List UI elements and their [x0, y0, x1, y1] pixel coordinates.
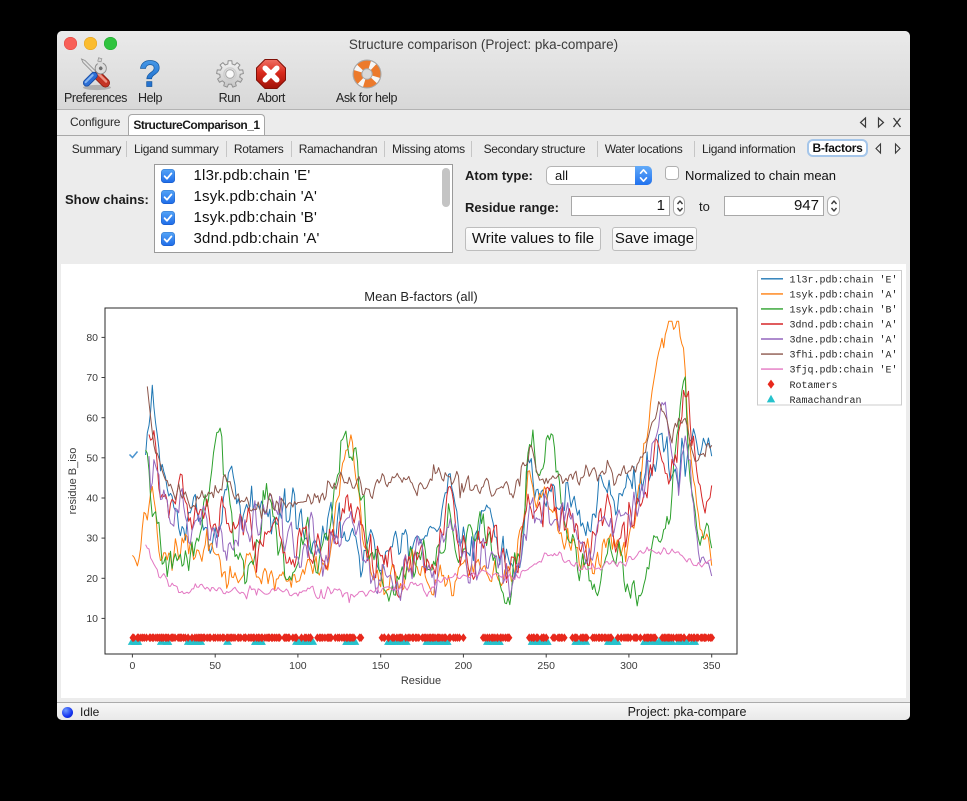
svg-text:0: 0	[129, 660, 135, 672]
svg-text:1l3r.pdb:chain 'E': 1l3r.pdb:chain 'E'	[790, 274, 898, 286]
svg-text:3fjq.pdb:chain 'E': 3fjq.pdb:chain 'E'	[790, 365, 898, 377]
svg-text:40: 40	[86, 493, 98, 505]
svg-text:1syk.pdb:chain 'A': 1syk.pdb:chain 'A'	[790, 290, 898, 302]
svg-text:Ramachandran: Ramachandran	[790, 395, 862, 407]
svg-text:10: 10	[86, 613, 98, 625]
svg-text:350: 350	[703, 660, 721, 672]
svg-text:50: 50	[86, 452, 98, 464]
svg-text:150: 150	[372, 660, 390, 672]
svg-text:30: 30	[86, 533, 98, 545]
svg-text:Mean B-factors (all): Mean B-factors (all)	[364, 289, 477, 304]
svg-text:50: 50	[209, 660, 221, 672]
svg-text:100: 100	[289, 660, 307, 672]
svg-text:200: 200	[455, 660, 473, 672]
svg-text:residue B_iso: residue B_iso	[67, 448, 79, 515]
svg-text:3dne.pdb:chain 'A': 3dne.pdb:chain 'A'	[790, 335, 898, 347]
svg-text:Rotamers: Rotamers	[790, 381, 838, 392]
svg-text:?: ?	[139, 57, 162, 91]
svg-text:3dnd.pdb:chain 'A': 3dnd.pdb:chain 'A'	[790, 320, 898, 332]
svg-text:80: 80	[86, 332, 98, 344]
svg-text:250: 250	[537, 660, 555, 672]
svg-text:3fhi.pdb:chain 'A': 3fhi.pdb:chain 'A'	[790, 350, 898, 362]
svg-text:Residue: Residue	[401, 675, 441, 687]
svg-text:60: 60	[86, 412, 98, 424]
svg-text:300: 300	[620, 660, 638, 672]
svg-text:20: 20	[86, 573, 98, 585]
svg-text:1syk.pdb:chain 'B': 1syk.pdb:chain 'B'	[790, 305, 898, 317]
svg-text:70: 70	[86, 372, 98, 384]
